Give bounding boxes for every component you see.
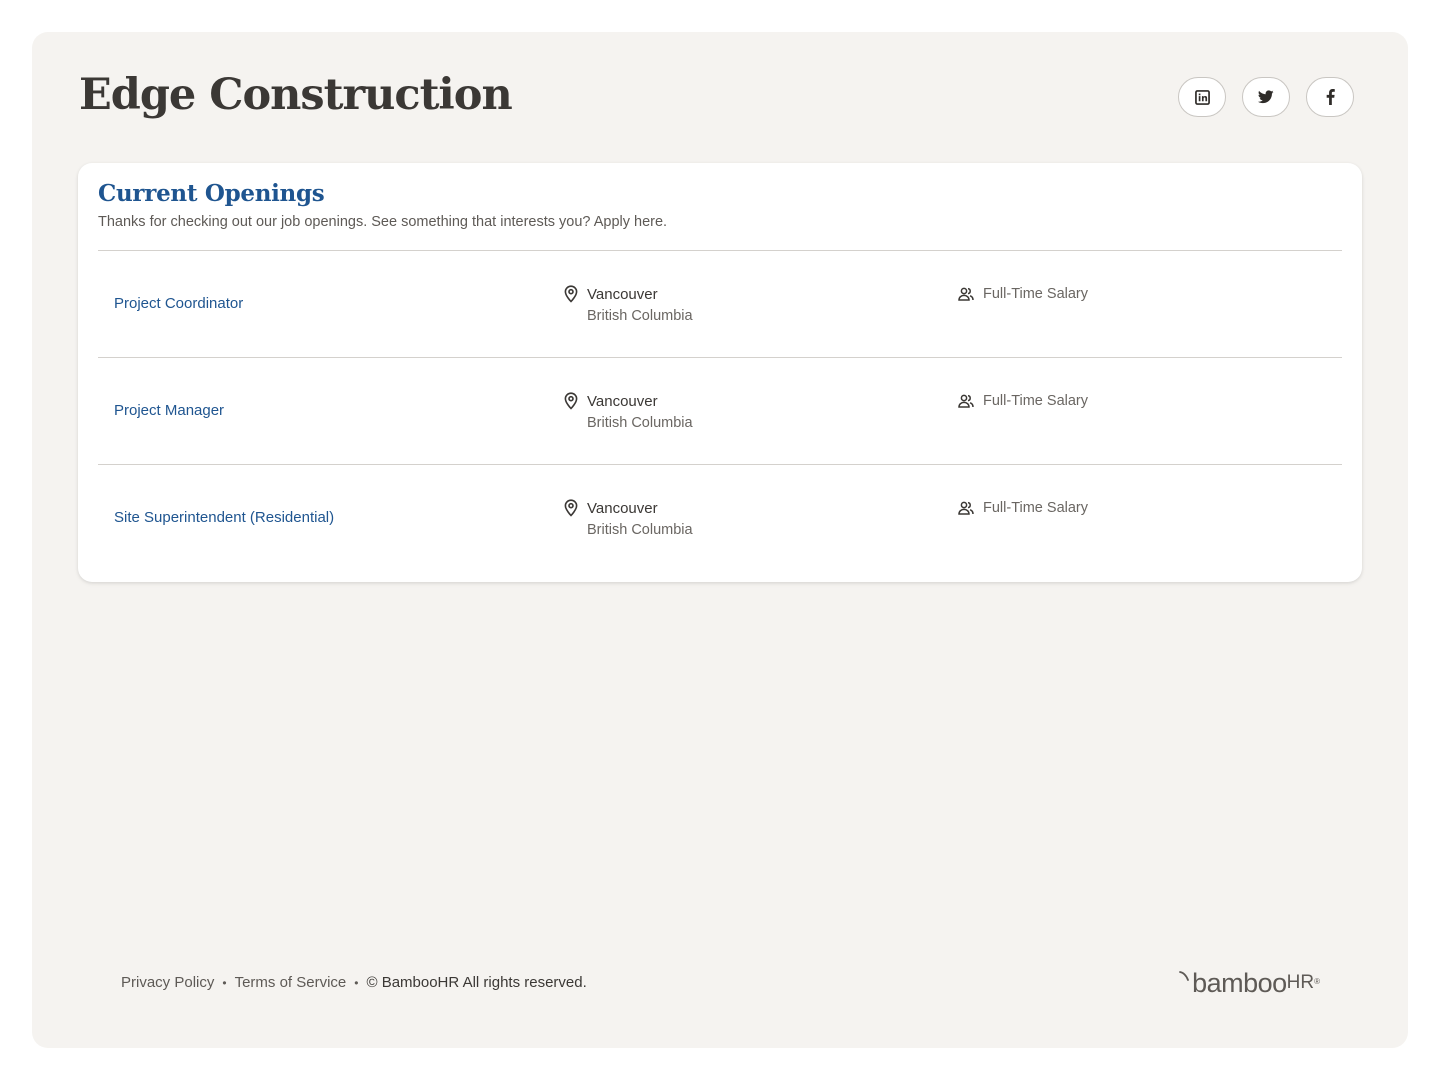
job-title-link[interactable]: Project Coordinator [114,295,243,312]
job-region: British Columbia [587,308,693,324]
job-location: Vancouver British Columbia [564,284,693,326]
job-row: Project Manager Vancouver British Columb… [98,358,1342,465]
footer: Privacy Policy • Terms of Service • © Ba… [121,974,587,991]
job-row: Project Coordinator Vancouver British Co… [98,251,1342,358]
page-frame: Edge Construction Current Openings Thank… [32,32,1408,1048]
footer-separator: • [354,975,359,990]
brand-trademark: ® [1314,977,1320,986]
bamboo-leaf-icon [1179,971,1189,981]
job-row: Site Superintendent (Residential) Vancou… [98,465,1342,571]
location-pin-icon [564,392,578,410]
linkedin-button[interactable] [1178,77,1226,117]
job-location: Vancouver British Columbia [564,391,693,433]
facebook-icon [1326,89,1335,105]
social-links [1178,77,1354,117]
job-title-link[interactable]: Project Manager [114,402,224,419]
job-title-link[interactable]: Site Superintendent (Residential) [114,509,334,526]
job-type: Full-Time Salary [958,498,1088,518]
openings-header: Current Openings Thanks for checking out… [98,163,1342,251]
job-type-text: Full-Time Salary [983,286,1089,302]
people-icon [958,287,974,301]
job-region: British Columbia [587,415,693,431]
job-region: British Columbia [587,522,693,538]
copyright-text: © BambooHR All rights reserved. [366,974,587,991]
footer-separator: • [222,975,227,990]
terms-of-service-link[interactable]: Terms of Service [235,974,347,991]
openings-card: Current Openings Thanks for checking out… [78,163,1362,582]
job-city: Vancouver [587,500,658,517]
job-city: Vancouver [587,286,658,303]
job-location: Vancouver British Columbia [564,498,693,540]
people-icon [958,501,974,515]
facebook-button[interactable] [1306,77,1354,117]
job-type: Full-Time Salary [958,284,1088,304]
twitter-button[interactable] [1242,77,1290,117]
twitter-icon [1258,90,1274,104]
job-type: Full-Time Salary [958,391,1088,411]
job-type-text: Full-Time Salary [983,500,1089,516]
job-type-text: Full-Time Salary [983,393,1089,409]
openings-subtitle: Thanks for checking out our job openings… [98,214,668,230]
people-icon [958,394,974,408]
company-title: Edge Construction [79,70,513,120]
brand-hr: HR [1286,972,1315,993]
location-pin-icon [564,285,578,303]
location-pin-icon [564,499,578,517]
linkedin-icon [1194,89,1210,105]
privacy-policy-link[interactable]: Privacy Policy [121,974,214,991]
bamboohr-logo[interactable]: bamboo HR ® [1179,967,1320,999]
job-city: Vancouver [587,393,658,410]
brand-word: bamboo [1192,968,1287,998]
openings-title: Current Openings [98,180,325,207]
